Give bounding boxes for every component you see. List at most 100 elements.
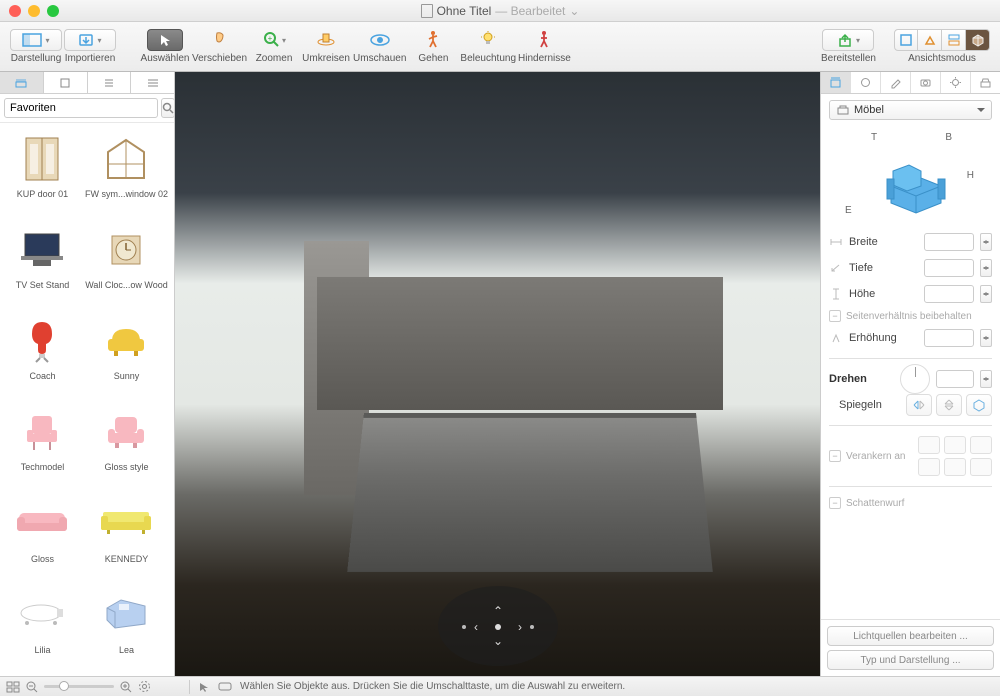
library-item[interactable]: KENNEDY xyxy=(83,492,170,581)
view-mode-group xyxy=(894,29,990,51)
height-icon xyxy=(829,287,843,301)
navigation-pad[interactable]: ⌃ ⌄ ‹ › xyxy=(438,586,558,666)
beleuchtung-button[interactable]: Beleuchtung xyxy=(460,29,516,64)
dimension-diagram: T B H E xyxy=(829,126,992,226)
depth-icon xyxy=(829,261,843,275)
inspector-tab-light[interactable] xyxy=(941,72,971,93)
library-item[interactable]: KUP door 01 xyxy=(4,127,81,216)
inspector-tab-edit[interactable] xyxy=(881,72,911,93)
library-item[interactable]: Gloss xyxy=(4,492,81,581)
library-item[interactable]: Lilia xyxy=(4,583,81,672)
erhoehung-row: Erhöhung xyxy=(829,328,992,348)
hoehe-input[interactable] xyxy=(924,285,974,303)
rotation-dial[interactable] xyxy=(900,364,930,394)
zoom-in-icon[interactable] xyxy=(120,681,132,693)
library-gallery: KUP door 01 FW sym...window 02 TV Set St… xyxy=(0,123,174,676)
zoom-slider[interactable] xyxy=(44,685,114,688)
library-item[interactable]: Lea xyxy=(83,583,170,672)
erhoehung-stepper[interactable] xyxy=(980,329,992,347)
inspector-tab-materials[interactable] xyxy=(851,72,881,93)
breite-input[interactable] xyxy=(924,233,974,251)
status-hint: Wählen Sie Objekte aus. Drücken Sie die … xyxy=(240,681,625,692)
drehen-row: Drehen xyxy=(829,369,992,389)
schattenwurf-row[interactable]: −Schattenwurf xyxy=(829,497,992,509)
umschauen-button[interactable]: Umschauen xyxy=(353,29,406,64)
document-icon xyxy=(421,4,433,18)
3d-viewport[interactable]: ⌃ ⌄ ‹ › xyxy=(175,72,820,676)
inspector-panel: Möbel T B H E Breite xyxy=(820,72,1000,676)
view-mode-split-button[interactable] xyxy=(942,29,966,51)
library-tabs xyxy=(0,72,174,94)
importieren-button[interactable]: ▾ Importieren xyxy=(64,29,116,64)
main-area: KUP door 01 FW sym...window 02 TV Set St… xyxy=(0,72,1000,676)
auswaehlen-button[interactable]: Auswählen xyxy=(140,29,190,64)
zoomen-button[interactable]: +▾ Zoomen xyxy=(249,29,299,64)
mirror-v-button[interactable] xyxy=(936,394,962,416)
library-item[interactable]: FW sym...window 02 xyxy=(83,127,170,216)
view-mode-elevation-button[interactable] xyxy=(918,29,942,51)
library-item[interactable]: Gloss style xyxy=(83,400,170,489)
anchor-button[interactable] xyxy=(944,458,966,476)
mirror-h-button[interactable] xyxy=(906,394,932,416)
library-search-row xyxy=(0,94,174,123)
anchor-grid xyxy=(918,436,992,476)
bereitstellen-button[interactable]: ▾ Bereitstellen xyxy=(821,29,876,64)
view-mode-2d-button[interactable] xyxy=(894,29,918,51)
library-category-dropdown[interactable] xyxy=(4,98,158,118)
library-item[interactable]: Sunny xyxy=(83,309,170,398)
verankern-row[interactable]: −Verankern an xyxy=(829,450,912,462)
typ-darstellung-button[interactable]: Typ und Darstellung ... xyxy=(827,650,994,670)
window-title: Ohne Titel — Bearbeitet ⌄ xyxy=(0,4,1000,18)
drehen-stepper[interactable] xyxy=(980,370,992,388)
verschieben-button[interactable]: Verschieben xyxy=(192,29,247,64)
anchor-button[interactable] xyxy=(970,458,992,476)
mirror-3d-button[interactable] xyxy=(966,394,992,416)
darstellung-button[interactable]: ▾ Darstellung xyxy=(10,29,62,64)
erhoehung-input[interactable] xyxy=(924,329,974,347)
anchor-button[interactable] xyxy=(918,436,940,454)
main-toolbar: ▾ Darstellung ▾ Importieren Auswählen Ve… xyxy=(0,22,1000,72)
svg-text:⌄: ⌄ xyxy=(492,634,502,648)
zoom-out-icon[interactable] xyxy=(26,681,38,693)
inspector-body: Möbel T B H E Breite xyxy=(821,94,1000,619)
chat-icon xyxy=(218,682,232,692)
document-title: Ohne Titel xyxy=(437,4,492,18)
tiefe-stepper[interactable] xyxy=(980,259,992,277)
object-category-dropdown[interactable]: Möbel xyxy=(829,100,992,120)
lichtquellen-button[interactable]: Lichtquellen bearbeiten ... xyxy=(827,626,994,646)
tool-status-icon xyxy=(198,681,210,693)
gear-icon[interactable] xyxy=(138,680,151,693)
library-tab-furniture[interactable] xyxy=(0,72,44,93)
breite-stepper[interactable] xyxy=(980,233,992,251)
library-item[interactable]: TV Set Stand xyxy=(4,218,81,307)
anchor-button[interactable] xyxy=(970,436,992,454)
inspector-tab-settings[interactable] xyxy=(971,72,1000,93)
view-mode-3d-button[interactable] xyxy=(966,29,990,51)
library-item[interactable]: Techmodel xyxy=(4,400,81,489)
hoehe-stepper[interactable] xyxy=(980,285,992,303)
library-tab-list[interactable] xyxy=(131,72,174,93)
svg-text:⌃: ⌃ xyxy=(492,604,502,618)
tiefe-input[interactable] xyxy=(924,259,974,277)
umkreisen-button[interactable]: Umkreisen xyxy=(301,29,351,64)
library-panel: KUP door 01 FW sym...window 02 TV Set St… xyxy=(0,72,175,676)
anchor-button[interactable] xyxy=(918,458,940,476)
anchor-button[interactable] xyxy=(944,436,966,454)
svg-text:+: + xyxy=(268,34,273,43)
library-tab-tree[interactable] xyxy=(88,72,132,93)
hindernisse-button[interactable]: Hindernisse xyxy=(518,29,571,64)
inspector-tab-geometry[interactable] xyxy=(821,72,851,93)
inspector-tab-camera[interactable] xyxy=(911,72,941,93)
titlebar: Ohne Titel — Bearbeitet ⌄ xyxy=(0,0,1000,22)
title-dropdown-icon[interactable]: ⌄ xyxy=(569,4,579,18)
search-button[interactable] xyxy=(161,98,175,118)
library-tab-project[interactable] xyxy=(44,72,88,93)
library-item[interactable]: Coach xyxy=(4,309,81,398)
keep-ratio-row[interactable]: −Seitenverhältnis beibehalten xyxy=(829,310,992,322)
library-item[interactable]: Wall Cloc...ow Wood xyxy=(83,218,170,307)
drehen-input[interactable] xyxy=(936,370,974,388)
inspector-footer: Lichtquellen bearbeiten ... Typ und Dars… xyxy=(821,619,1000,676)
gehen-button[interactable]: Gehen xyxy=(408,29,458,64)
grid-icon[interactable] xyxy=(6,681,20,693)
svg-text:‹: ‹ xyxy=(474,620,478,634)
